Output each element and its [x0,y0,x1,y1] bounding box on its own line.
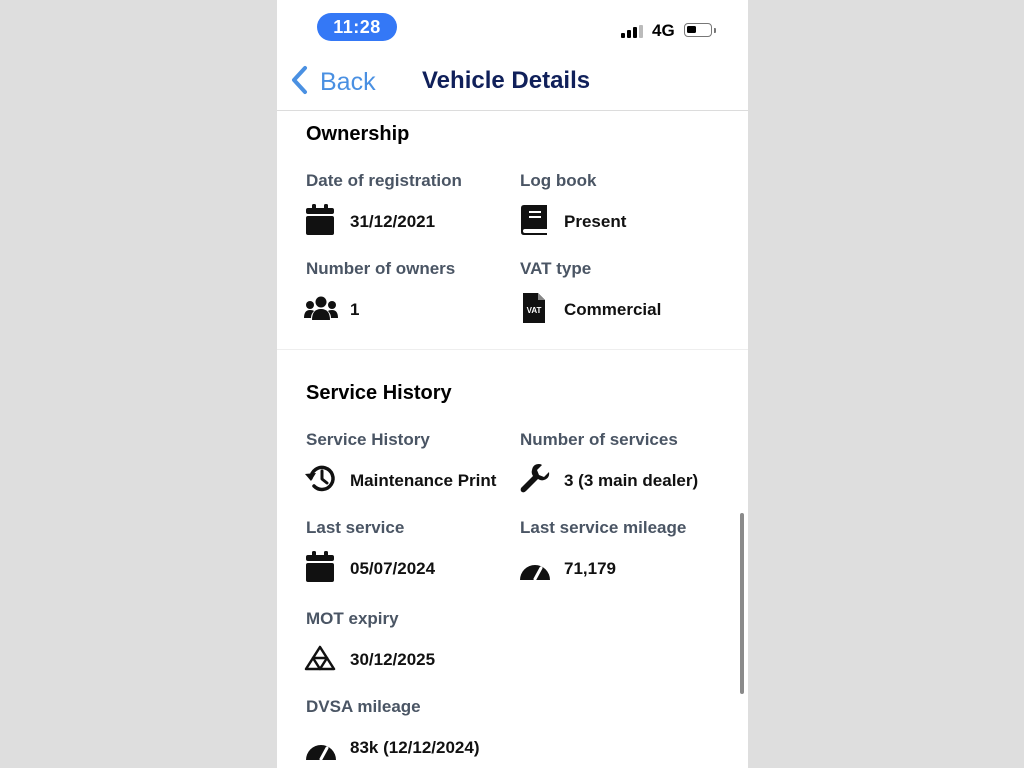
last-service-label: Last service [306,518,405,537]
service-history-title: Service History [306,382,452,404]
calendar-icon [305,551,335,583]
mot-expiry-label: MOT expiry [306,609,399,628]
scrollbar[interactable] [740,513,744,694]
wrench-icon [519,462,551,494]
service-history-label: Service History [306,430,430,449]
network-label: 4G [652,21,675,40]
nav-divider [277,110,748,111]
service-history-value: Maintenance Print [350,471,497,490]
mot-triangles-icon [304,645,336,671]
speedometer-icon [305,733,337,761]
section-divider [277,349,748,350]
users-icon [304,296,338,322]
last-service-mileage-value: 71,179 [564,559,616,578]
vat-document-icon: VAT [522,292,546,324]
last-service-value: 05/07/2024 [350,559,436,578]
log-book-value: Present [564,212,627,231]
number-of-owners-value: 1 [350,300,360,319]
svg-text:VAT: VAT [527,306,542,315]
vat-type-value: Commercial [564,300,662,319]
page-title: Vehicle Details [422,67,591,94]
vat-type-label: VAT type [520,259,592,278]
history-icon [304,462,338,494]
date-of-registration-value: 31/12/2021 [350,212,436,231]
speedometer-icon [519,553,551,581]
number-of-services-value: 3 (3 main dealer) [564,471,699,490]
ownership-title: Ownership [306,123,410,145]
battery-tip [714,28,716,33]
back-label: Back [320,67,376,96]
number-of-owners-label: Number of owners [306,259,456,278]
date-of-registration-label: Date of registration [306,171,462,190]
status-time: 11:28 [317,13,397,41]
mot-expiry-value: 30/12/2025 [350,650,436,669]
log-book-label: Log book [520,171,597,190]
dvsa-mileage-value: 83k (12/12/2024) [350,738,480,757]
book-icon [519,204,549,236]
battery-icon [684,23,712,37]
back-button[interactable]: Back [289,65,376,100]
number-of-services-label: Number of services [520,430,678,449]
last-service-mileage-label: Last service mileage [520,518,687,537]
dvsa-mileage-label: DVSA mileage [306,697,421,716]
signal-icon [621,25,643,38]
calendar-icon [305,204,335,236]
chevron-left-icon [289,65,309,100]
phone-screen: 11:28 4G Back Vehicle Details Ownership … [277,0,748,768]
